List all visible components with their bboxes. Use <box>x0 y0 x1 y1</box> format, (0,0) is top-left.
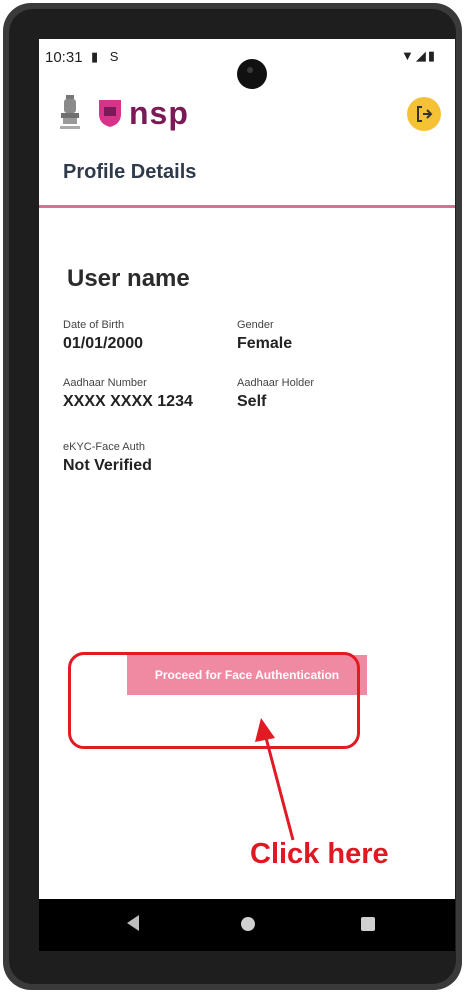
user-name: User name <box>67 265 190 292</box>
phone-bezel: 10:31 ▮ S ▼◢▮ nsp Profile Details User n… <box>9 9 456 984</box>
dob-value: 01/01/2000 <box>63 335 144 352</box>
status-signal-battery-icons: ▼◢▮ <box>400 48 437 63</box>
ekyc-label: eKYC-Face Auth <box>63 441 145 453</box>
gender-value: Female <box>237 335 293 352</box>
nsp-shield-icon <box>99 100 121 127</box>
phone-frame: 10:31 ▮ S ▼◢▮ nsp Profile Details User n… <box>3 3 462 990</box>
national-emblem-icon <box>60 95 80 129</box>
gender-label: Gender <box>237 319 274 331</box>
profile-card: User name Date of Birth 01/01/2000 Gende… <box>39 209 455 929</box>
status-bar: 10:31 ▮ S ▼◢▮ <box>39 39 455 89</box>
nsp-logo-text: nsp <box>129 94 189 131</box>
click-here-annotation: Click here <box>250 838 389 870</box>
logout-icon <box>417 106 433 122</box>
aadhaar-holder-field: Aadhaar Holder Self <box>237 377 314 411</box>
aadhaar-value: XXXX XXXX 1234 <box>63 393 193 410</box>
aadhaar-holder-value: Self <box>237 393 267 410</box>
dob-label: Date of Birth <box>63 319 125 331</box>
status-notification-icons: ▮ S <box>91 49 123 64</box>
app-screen: 10:31 ▮ S ▼◢▮ nsp Profile Details User n… <box>39 39 455 951</box>
nav-home-icon[interactable] <box>241 917 255 931</box>
android-nav-bar <box>39 899 455 951</box>
nav-back-icon[interactable] <box>127 915 139 931</box>
nsp-logo: nsp <box>97 95 189 131</box>
app-header: nsp <box>39 83 455 143</box>
ekyc-field: eKYC-Face Auth Not Verified <box>63 441 152 475</box>
page-title: Profile Details <box>63 161 197 183</box>
logout-button[interactable] <box>407 97 441 131</box>
aadhaar-field: Aadhaar Number XXXX XXXX 1234 <box>63 377 193 411</box>
proceed-face-auth-button[interactable]: Proceed for Face Authentication <box>127 655 367 695</box>
dob-field: Date of Birth 01/01/2000 <box>63 319 143 353</box>
nav-recents-icon[interactable] <box>361 917 375 931</box>
gender-field: Gender Female <box>237 319 292 353</box>
page-title-bar: Profile Details <box>39 145 455 208</box>
aadhaar-holder-label: Aadhaar Holder <box>237 377 315 389</box>
aadhaar-label: Aadhaar Number <box>63 377 147 389</box>
status-time: 10:31 <box>45 49 83 66</box>
ekyc-value: Not Verified <box>63 457 152 474</box>
